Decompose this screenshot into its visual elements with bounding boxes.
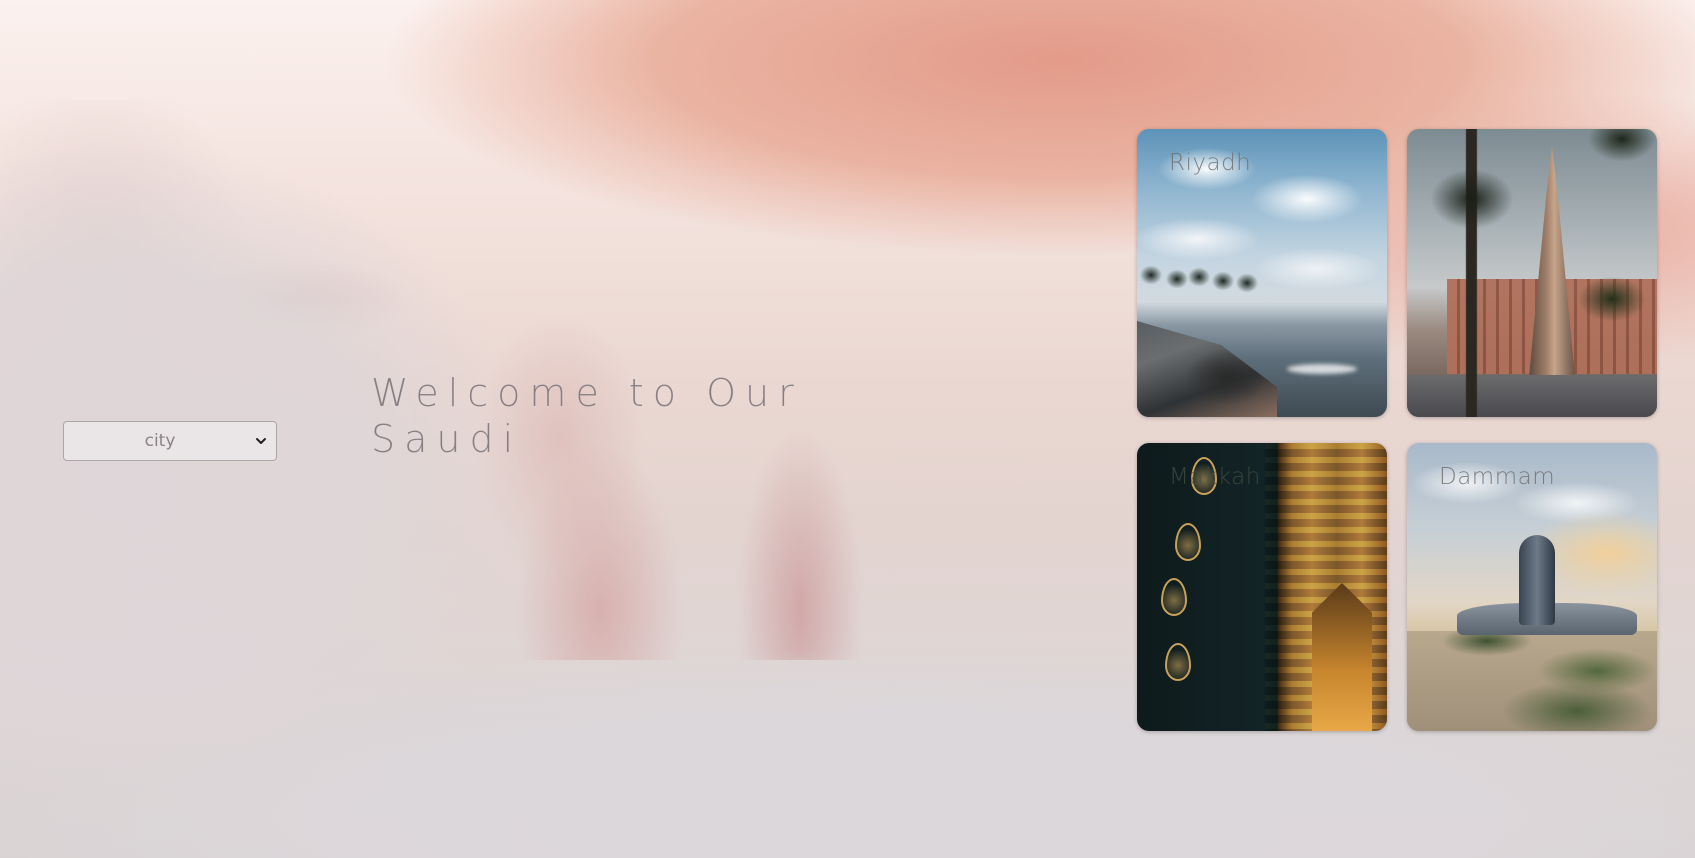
kaaba-door xyxy=(1312,583,1372,731)
card-label-dammam: Dammam xyxy=(1439,464,1556,490)
palm-tree-large xyxy=(1417,129,1527,417)
welcome-heading: Welcome to Our Saudi xyxy=(371,371,803,461)
palm-tree xyxy=(1567,269,1657,379)
page-background: city Welcome to Our Saudi Riyadh Makkah … xyxy=(0,0,1695,858)
city-card-dammam[interactable]: Dammam xyxy=(1407,443,1657,731)
card-label-makkah: Makkah xyxy=(1169,464,1261,490)
palm-trees xyxy=(1137,259,1277,299)
card-label-riyadh: Riyadh xyxy=(1169,150,1252,176)
garden xyxy=(1407,631,1657,731)
city-card-tower[interactable] xyxy=(1407,129,1657,417)
ornament xyxy=(1175,523,1201,561)
chevron-down-icon xyxy=(256,438,266,444)
city-card-riyadh[interactable]: Riyadh xyxy=(1137,129,1387,417)
wave xyxy=(1287,364,1357,374)
city-card-makkah[interactable]: Makkah xyxy=(1137,443,1387,731)
palm-fronds xyxy=(1577,129,1657,189)
ornament xyxy=(1165,643,1191,681)
city-select-value: city xyxy=(144,431,176,451)
rocky-shore xyxy=(1137,321,1277,417)
ithra-tower xyxy=(1519,535,1555,625)
city-select[interactable]: city xyxy=(63,421,277,461)
ornament xyxy=(1161,578,1187,616)
